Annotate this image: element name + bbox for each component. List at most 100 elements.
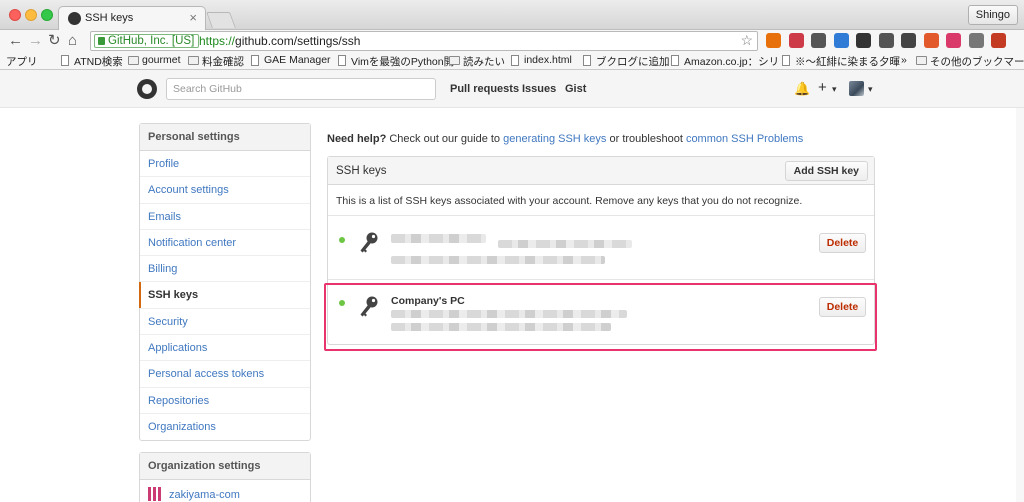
folder-icon — [916, 56, 927, 65]
bookmark-item[interactable]: GAE Manager — [250, 54, 331, 66]
sidebar-item-repositories[interactable]: Repositories — [140, 388, 310, 414]
browser-titlebar: SSH keys × Shingo — [0, 0, 1024, 30]
w-icon[interactable] — [811, 33, 826, 48]
redacted-key-title — [391, 234, 486, 243]
key-icon — [360, 296, 378, 317]
scrollbar[interactable] — [1016, 108, 1024, 502]
reload-icon[interactable]: ↻ — [48, 32, 61, 50]
redacted-key-fingerprint — [391, 310, 627, 318]
page-icon — [338, 55, 346, 66]
create-caret-icon[interactable]: ▾ — [832, 84, 837, 95]
user-menu-caret-icon[interactable]: ▾ — [868, 84, 873, 95]
sidebar-item-billing[interactable]: Billing — [140, 256, 310, 283]
organization-settings-heading: Organization settings — [140, 453, 310, 480]
sidebar-item-personal-access-tokens[interactable]: Personal access tokens — [140, 361, 310, 388]
bookmark-item[interactable]: ブクログに追加 — [582, 54, 670, 69]
sidebar-item-profile[interactable]: Profile — [140, 151, 310, 178]
bookmark-item[interactable]: gourmet — [128, 54, 181, 66]
page-icon — [511, 55, 519, 66]
vimium-icon[interactable] — [833, 33, 849, 48]
personal-settings-heading: Personal settings — [140, 124, 310, 151]
avatar[interactable] — [849, 81, 864, 96]
github-header: Pull requests Issues Gist 🔔 + ▾ ▾ — [0, 70, 1024, 108]
sidebar-item-ssh-keys[interactable]: SSH keys — [139, 282, 310, 309]
page-icon — [671, 55, 679, 66]
evernote-icon[interactable] — [968, 33, 984, 48]
notifications-bell-icon[interactable]: 🔔 — [794, 81, 810, 97]
bookmark-item[interactable]: 料金確認 — [188, 54, 244, 69]
key-title: Company's PC — [391, 295, 465, 307]
folder-icon — [128, 56, 139, 65]
address-bar[interactable]: GitHub, Inc. [US] https://github.com/set… — [90, 31, 758, 51]
bookmarks-bar: アプリ ATND検索 gourmet 料金確認 GAE Manager Vimを最強のPy… — [0, 52, 1024, 70]
generating-ssh-keys-link[interactable]: generating SSH keys — [503, 133, 606, 145]
minimize-window-button[interactable] — [25, 9, 37, 21]
nav-issues[interactable]: Issues — [522, 83, 556, 95]
create-new-plus-icon[interactable]: + — [818, 79, 827, 96]
back-arrow-icon[interactable]: ← — [8, 32, 23, 50]
sidebar-item-applications[interactable]: Applications — [140, 335, 310, 362]
ssh-key-row: Delete — [328, 216, 874, 280]
sidebar-item-notification-center[interactable]: Notification center — [140, 230, 310, 257]
redacted-key-date — [391, 323, 611, 331]
window-icon[interactable] — [901, 33, 916, 48]
bookmark-item[interactable]: index.html — [510, 54, 572, 66]
github-favicon-icon — [68, 12, 81, 25]
ghostery-icon[interactable] — [766, 33, 781, 48]
add-ssh-key-button[interactable]: Add SSH key — [784, 161, 868, 181]
folder-icon — [449, 56, 460, 65]
sidebar-item-emails[interactable]: Emails — [140, 204, 310, 230]
bookmark-item[interactable]: » — [901, 54, 907, 66]
page-icon — [61, 55, 69, 66]
ev-certificate-badge[interactable]: GitHub, Inc. [US] — [94, 34, 200, 48]
ssh-keys-panel: SSH keys Add SSH key This is a list of S… — [327, 156, 875, 345]
personal-settings-menu: Personal settings Profile Account setting… — [139, 123, 311, 442]
ssh-key-row-companys-pc: Company's PC Delete — [328, 280, 874, 344]
close-tab-icon[interactable]: × — [189, 10, 197, 25]
cast-icon[interactable] — [878, 33, 894, 48]
bookmark-item[interactable]: その他のブックマーク — [916, 54, 1024, 69]
delete-key-button[interactable]: Delete — [819, 297, 866, 317]
help-text: Need help? Check out our guide to genera… — [327, 133, 804, 145]
forward-arrow-icon[interactable]: → — [28, 32, 43, 50]
github-logo-icon[interactable] — [137, 79, 157, 99]
bookmark-item[interactable]: アプリ — [6, 54, 38, 69]
nav-pull-requests[interactable]: Pull requests — [450, 83, 519, 95]
close-window-button[interactable] — [9, 9, 21, 21]
common-ssh-problems-link[interactable]: common SSH Problems — [686, 133, 803, 145]
lock-icon — [98, 37, 105, 45]
sidebar-item-organizations[interactable]: Organizations — [140, 414, 310, 440]
key-active-dot — [339, 237, 345, 243]
sidebar-item-security[interactable]: Security — [140, 309, 310, 336]
search-input[interactable] — [166, 78, 436, 100]
new-tab-button[interactable] — [206, 12, 236, 28]
redacted-key-date — [391, 256, 605, 264]
redacted-key-fingerprint — [498, 240, 632, 248]
bookmark-item[interactable]: ATND検索 — [60, 54, 123, 69]
pocket-icon[interactable] — [788, 33, 804, 48]
org-avatar-icon — [148, 487, 162, 501]
page-icon — [583, 55, 591, 66]
gear-icon[interactable] — [856, 33, 871, 48]
panel-description: This is a list of SSH keys associated wi… — [328, 185, 874, 216]
app-icon[interactable] — [923, 33, 939, 48]
home-icon[interactable]: ⌂ — [68, 32, 77, 50]
browser-tab[interactable]: SSH keys × — [58, 6, 206, 30]
bookmark-item[interactable]: Vimを最強のPython開 — [337, 54, 454, 69]
profile-button[interactable]: Shingo — [967, 5, 1018, 25]
nav-gist[interactable]: Gist — [565, 83, 586, 95]
tab-title: SSH keys — [85, 12, 134, 24]
notes-icon[interactable] — [946, 33, 961, 48]
bookmark-item[interactable]: 読みたい — [449, 54, 505, 69]
sidebar-item-account-settings[interactable]: Account settings — [140, 177, 310, 204]
folder-icon — [188, 56, 199, 65]
panel-title: SSH keys Add SSH key — [328, 157, 874, 185]
bookmark-item[interactable]: ※〜紅緋に染まる夕暉 — [781, 54, 900, 69]
org-item-zakiyama-com[interactable]: zakiyama-com — [140, 480, 310, 502]
bookmark-item[interactable]: Amazon.co.jp：シリ — [670, 54, 779, 69]
bookmark-star-icon[interactable]: ☆ — [740, 32, 753, 49]
key-icon — [360, 232, 378, 253]
gmail-icon[interactable] — [991, 33, 1006, 48]
delete-key-button[interactable]: Delete — [819, 233, 866, 253]
zoom-window-button[interactable] — [41, 9, 53, 21]
